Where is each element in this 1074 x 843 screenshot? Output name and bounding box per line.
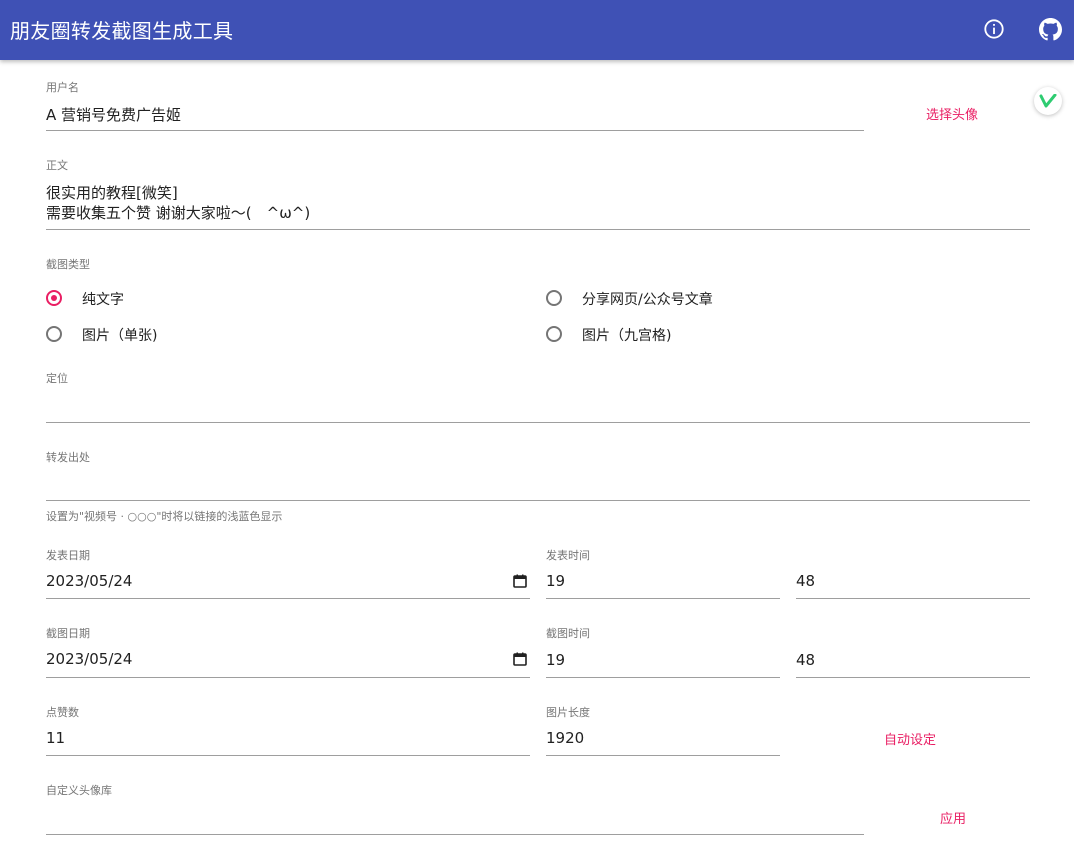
radio-image-single[interactable]	[46, 326, 62, 342]
radio-share-webpage[interactable]	[546, 290, 562, 306]
radio-image-grid[interactable]	[546, 326, 562, 342]
post-time-hour-underline	[546, 598, 780, 599]
post-date-label: 发表日期	[46, 549, 90, 562]
likes-underline	[46, 755, 530, 756]
app-title: 朋友圈转发截图生成工具	[10, 19, 234, 43]
shot-time-hour-underline	[546, 677, 780, 678]
apply-button[interactable]: 应用	[940, 808, 966, 827]
calendar-icon[interactable]	[513, 574, 527, 588]
location-label: 定位	[46, 372, 68, 385]
username-input[interactable]: A 营销号免费广告姬	[46, 104, 181, 125]
radio-image-single-label[interactable]: 图片（单张)	[82, 325, 157, 345]
choose-avatar-button[interactable]: 选择头像	[926, 104, 978, 123]
calendar-icon[interactable]	[513, 652, 527, 666]
radio-text-only-label[interactable]: 纯文字	[82, 289, 124, 309]
post-time-minute-input[interactable]: 48	[796, 572, 815, 590]
forward-source-underline	[46, 500, 1030, 501]
post-time-minute-underline	[796, 598, 1030, 599]
v-badge-button[interactable]	[1034, 87, 1062, 115]
post-time-hour-input[interactable]: 19	[546, 572, 565, 590]
shot-time-minute-input[interactable]: 48	[796, 651, 815, 669]
shot-time-label: 截图时间	[546, 627, 590, 640]
shot-time-minute-underline	[796, 677, 1030, 678]
radio-share-webpage-label[interactable]: 分享网页/公众号文章	[582, 289, 713, 309]
location-underline	[46, 422, 1030, 423]
shot-date-label: 截图日期	[46, 627, 90, 640]
likes-input[interactable]: 11	[46, 729, 65, 747]
custom-avatar-lib-input[interactable]	[46, 808, 864, 830]
image-length-label: 图片长度	[546, 706, 590, 719]
radio-text-only[interactable]	[46, 290, 62, 306]
body-label: 正文	[46, 159, 68, 172]
info-icon[interactable]	[982, 16, 1006, 42]
screenshot-type-label: 截图类型	[46, 258, 90, 271]
forward-source-input[interactable]	[46, 474, 1030, 496]
shot-date-underline	[46, 677, 530, 678]
body-line-1: 很实用的教程[微笑]	[46, 184, 178, 202]
username-underline	[46, 130, 864, 131]
forward-source-helper: 设置为"视频号 · ○○○"时将以链接的浅蓝色显示	[46, 510, 283, 523]
image-length-underline	[546, 755, 780, 756]
post-date-underline	[46, 598, 530, 599]
github-icon[interactable]	[1038, 16, 1062, 42]
radio-image-grid-label[interactable]: 图片（九宫格)	[582, 325, 671, 345]
shot-date-input[interactable]: 2023/05/24	[46, 650, 132, 668]
custom-avatar-lib-underline	[46, 834, 864, 835]
post-time-label: 发表时间	[546, 549, 590, 562]
image-length-input[interactable]: 1920	[546, 729, 584, 747]
custom-avatar-lib-label: 自定义头像库	[46, 784, 112, 797]
likes-label: 点赞数	[46, 706, 79, 719]
post-date-input[interactable]: 2023/05/24	[46, 572, 132, 590]
body-underline	[46, 229, 1030, 230]
shot-time-hour-input[interactable]: 19	[546, 651, 565, 669]
forward-source-label: 转发出处	[46, 451, 90, 464]
location-input[interactable]	[46, 396, 1030, 418]
body-line-2: 需要收集五个赞 谢谢大家啦～( ^ω^)	[46, 204, 311, 222]
username-label: 用户名	[46, 81, 79, 94]
v-logo-icon	[1039, 94, 1057, 108]
app-bar: 朋友圈转发截图生成工具	[0, 0, 1074, 60]
auto-set-button[interactable]: 自动设定	[884, 729, 936, 748]
